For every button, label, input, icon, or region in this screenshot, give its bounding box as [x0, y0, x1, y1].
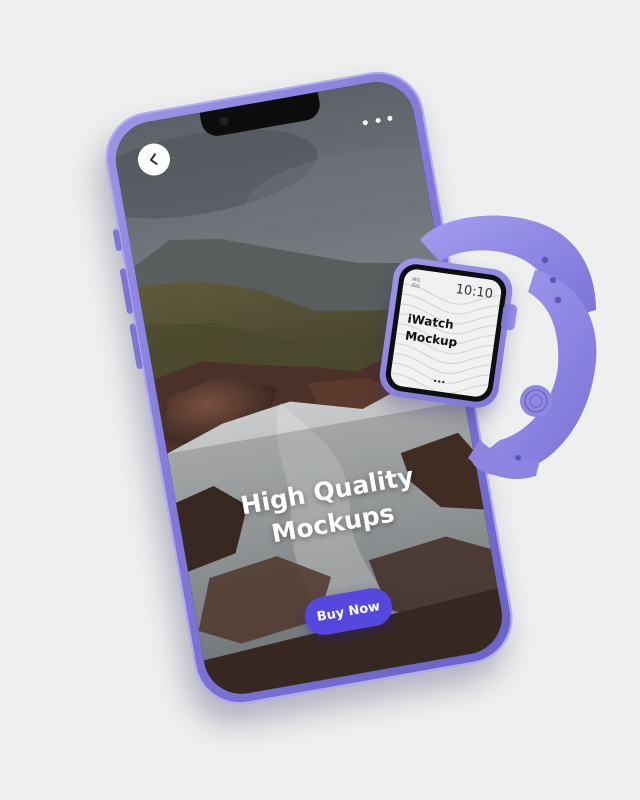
- watch-device: MO ISG 10:10 iWatch Mockup ...: [360, 200, 610, 490]
- watch-title: iWatch Mockup: [404, 311, 461, 352]
- watch-screen: MO ISG 10:10 iWatch Mockup ...: [389, 267, 503, 399]
- phone-volume-down: [129, 323, 144, 370]
- more-horizontal-icon: [374, 117, 381, 123]
- watch-complication: MO ISG: [411, 277, 421, 290]
- phone-volume-up: [119, 268, 134, 315]
- phone-mute-switch: [112, 228, 123, 252]
- mockup-stage: High Quality Mockups Buy Now MO ISG 10:1…: [0, 0, 640, 800]
- watch-bezel: MO ISG 10:10 iWatch Mockup ...: [383, 262, 509, 404]
- chevron-left-icon: [150, 153, 158, 165]
- watch-complication-line-2: ISG: [410, 282, 421, 290]
- more-horizontal-icon: [362, 119, 369, 126]
- front-camera: [218, 116, 230, 127]
- more-horizontal-icon: [386, 114, 393, 121]
- watch-case: MO ISG 10:10 iWatch Mockup ...: [376, 255, 516, 411]
